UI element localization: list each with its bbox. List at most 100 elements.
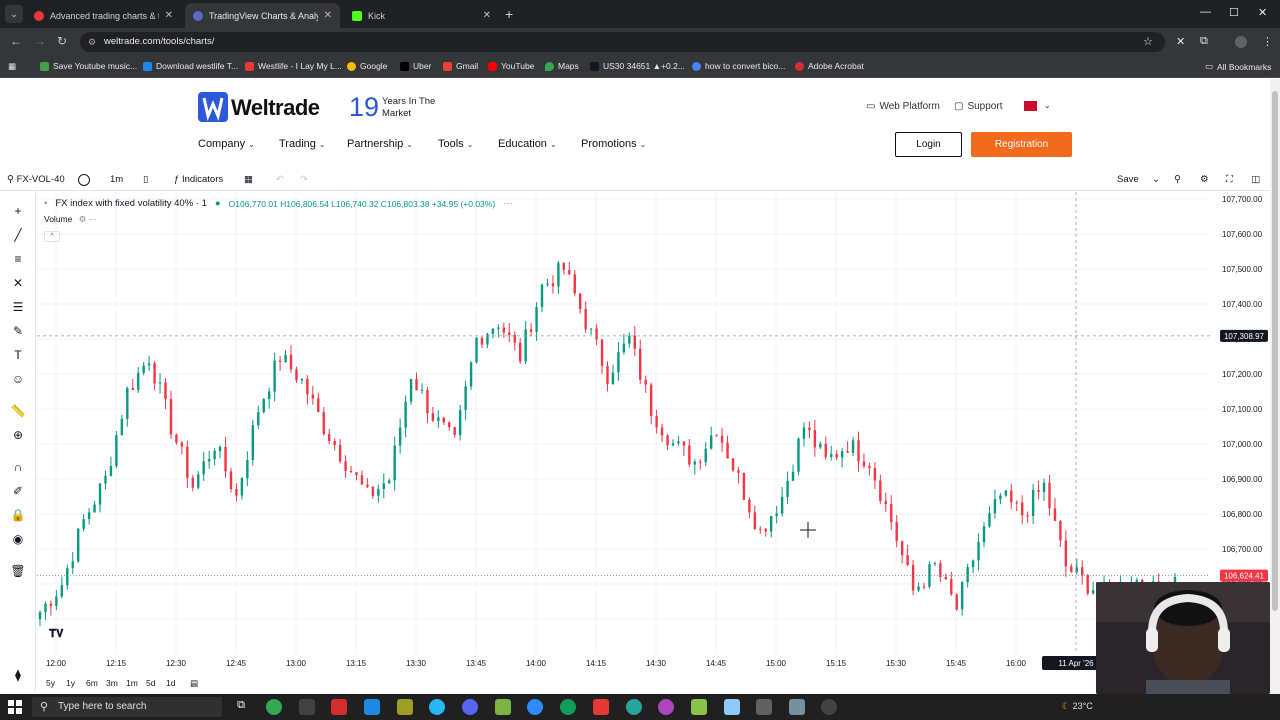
tab-weltrade-advanced[interactable]: Advanced trading charts & tool ✕ (26, 3, 181, 28)
app-icon[interactable] (593, 699, 609, 715)
bookmark-item[interactable]: YouTube (488, 61, 534, 71)
eye-icon[interactable]: ◉ (10, 531, 26, 547)
bookmark-item[interactable]: Google (347, 61, 387, 71)
redo-icon[interactable]: ↷ (300, 174, 308, 185)
range-button-6m[interactable]: 6m (86, 678, 98, 688)
app-icon[interactable] (789, 699, 805, 715)
date-range-calendar-icon[interactable]: ▤ (190, 678, 198, 689)
text-icon[interactable]: T (10, 347, 26, 363)
brush-icon[interactable]: ✎ (10, 323, 26, 339)
app-icon[interactable] (658, 699, 674, 715)
bookmark-item[interactable]: Westlife - I Lay My L... (245, 61, 342, 71)
app-icon[interactable] (724, 699, 740, 715)
tab-kick[interactable]: Kick ✕ (344, 3, 499, 28)
layouts-grid-icon[interactable]: ▦ (244, 174, 253, 185)
app-icon[interactable] (397, 699, 413, 715)
settings-icon[interactable]: ⚙ ··· (79, 214, 97, 224)
acrobat-icon[interactable] (331, 699, 347, 715)
task-view-icon[interactable]: ⧉ (233, 699, 249, 715)
horizontal-lines-icon[interactable]: ≡ (10, 251, 26, 267)
address-bar[interactable]: ⚙ weltrade.com/tools/charts/ (80, 32, 1165, 52)
bookmark-item[interactable]: Download westlife T... (143, 61, 238, 71)
crosshair-icon[interactable]: + (10, 203, 26, 219)
media-player-icon[interactable] (821, 699, 837, 715)
save-button[interactable]: Save (1117, 174, 1139, 185)
compare-add-icon[interactable] (78, 174, 90, 186)
close-icon[interactable]: ✕ (165, 10, 173, 21)
all-bookmarks[interactable]: ▭ All Bookmarks (1205, 61, 1271, 72)
close-icon[interactable]: ✕ (483, 10, 491, 21)
logo-text[interactable]: Weltrade (231, 95, 320, 121)
extension-x-icon[interactable]: ✕ (1176, 35, 1185, 48)
support-link[interactable]: ▢ Support (954, 101, 1002, 112)
chrome-icon[interactable] (266, 699, 282, 715)
menu-tools[interactable]: Tools ⌄ (438, 138, 473, 150)
app-icon[interactable] (626, 699, 642, 715)
tab-tradingview-charts[interactable]: TradingView Charts & Analysis ✕ (185, 3, 340, 28)
telegram-icon[interactable] (429, 699, 445, 715)
menu-promotions[interactable]: Promotions ⌄ (581, 138, 646, 150)
back-arrow-icon[interactable]: ← (10, 34, 22, 48)
settings-gear-icon[interactable]: ⚙ (1200, 174, 1209, 185)
range-button-1y[interactable]: 1y (66, 678, 75, 688)
range-button-1m[interactable]: 1m (126, 678, 138, 688)
indicators-button[interactable]: ƒ Indicators (174, 174, 223, 185)
login-button[interactable]: Login (895, 132, 962, 157)
weltrade-logo-icon[interactable] (198, 92, 228, 122)
trash-icon[interactable]: 🗑 (10, 563, 26, 579)
registration-button[interactable]: Registration (971, 132, 1072, 157)
app-icon[interactable] (756, 699, 772, 715)
excel-icon[interactable] (495, 699, 511, 715)
bookmark-item[interactable]: Gmail (443, 61, 478, 71)
magnet-icon[interactable]: ∩ (10, 459, 26, 475)
trend-line-icon[interactable]: ╱ (10, 227, 26, 243)
new-tab-plus-icon[interactable]: + (505, 6, 513, 22)
legend-symbol-title[interactable]: FX index with fixed volatility 40% · 1 (55, 198, 207, 209)
apps-grid-icon[interactable]: ▦ (8, 61, 16, 72)
range-button-5y[interactable]: 5y (46, 678, 55, 688)
extensions-puzzle-icon[interactable]: ⧉ (1200, 35, 1208, 48)
close-icon[interactable]: ✕ (324, 10, 332, 21)
discord-icon[interactable] (462, 699, 478, 715)
bookmark-item[interactable]: Uber (400, 61, 431, 71)
candlestick-chart[interactable] (37, 192, 1210, 654)
weather-widget[interactable]: ☾ 23°C (1062, 701, 1093, 712)
chevron-down-icon[interactable]: ⌄ (1152, 174, 1160, 185)
interval-button[interactable]: 1m (110, 174, 123, 185)
taskbar-search-input[interactable]: ⚲ Type here to search (32, 697, 222, 717)
store-icon[interactable] (364, 699, 380, 715)
quick-search-icon[interactable]: ⚲ (1174, 174, 1181, 185)
tab-search-button[interactable]: ⌄ (5, 5, 23, 23)
menu-partnership[interactable]: Partnership ⌄ (347, 138, 413, 150)
collapse-legend-button[interactable]: ^ (44, 231, 60, 242)
profile-avatar-icon[interactable] (1235, 36, 1247, 48)
zoom-in-icon[interactable]: ⊕ (10, 427, 26, 443)
camera-snapshot-icon[interactable]: ◫ (1251, 174, 1260, 185)
menu-company[interactable]: Company ⌄ (198, 138, 255, 150)
bookmark-item[interactable]: Maps (545, 61, 579, 71)
range-button-1d[interactable]: 1d (166, 678, 175, 688)
windows-start-icon[interactable] (8, 700, 22, 714)
minimize-icon[interactable]: — (1200, 6, 1211, 18)
zoom-icon[interactable] (527, 699, 543, 715)
emoji-icon[interactable]: ☺ (10, 371, 26, 387)
browser-menu-icon[interactable]: ⋮ (1262, 35, 1273, 48)
bookmark-item[interactable]: how to convert bico... (692, 61, 785, 71)
language-chevron-icon[interactable]: ⌄ (1044, 101, 1051, 110)
object-tree-icon[interactable]: ⧫ (10, 667, 26, 683)
page-scrollbar[interactable] (1270, 79, 1280, 694)
forward-arrow-icon[interactable]: → (34, 34, 46, 48)
bookmark-item[interactable]: Save Youtube music... (40, 61, 137, 71)
bookmark-star-icon[interactable]: ☆ (1143, 35, 1153, 48)
ruler-icon[interactable]: 📏 (10, 403, 26, 419)
bookmark-item[interactable]: US30 34651 ▲+0.2... (590, 61, 685, 71)
site-info-icon[interactable]: ⚙ (88, 32, 96, 52)
menu-trading[interactable]: Trading ⌄ (279, 138, 326, 150)
bookmark-item[interactable]: Adobe Acrobat (795, 61, 864, 71)
more-dots-icon[interactable]: ··· (503, 198, 513, 209)
window-close-icon[interactable]: ✕ (1258, 6, 1267, 19)
reload-icon[interactable]: ↻ (57, 34, 67, 48)
symbol-search[interactable]: ⚲ FX-VOL-40 (7, 174, 65, 185)
pattern-icon[interactable]: ✕ (10, 275, 26, 291)
lock-drawing-icon[interactable]: ✐ (10, 483, 26, 499)
